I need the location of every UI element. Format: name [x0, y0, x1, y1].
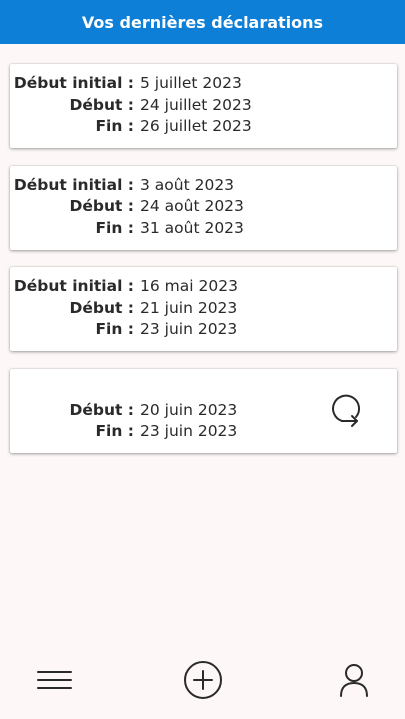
start-label: Début :	[69, 95, 134, 114]
end-label: Fin :	[95, 320, 134, 338]
end-row: Fin : 23 juin 2023	[10, 421, 237, 443]
start-label: Début :	[69, 298, 134, 317]
add-circle-icon[interactable]	[179, 656, 227, 704]
initial-start-label: Début initial :	[13, 74, 134, 92]
end-row: Fin : 23 juin 2023	[10, 319, 238, 341]
menu-icon[interactable]	[30, 656, 78, 704]
end-label: Fin :	[95, 422, 134, 440]
start-label: Début :	[69, 197, 134, 215]
initial-start-label: Début initial :	[13, 175, 134, 194]
start-row: Début : 24 juillet 2023	[10, 95, 252, 117]
end-value: 23 juin 2023	[140, 422, 238, 440]
start-value: 24 août 2023	[140, 197, 244, 215]
start-value: 20 juin 2023	[140, 400, 238, 419]
initial-start-value: 3 août 2023	[140, 175, 235, 194]
refresh-icon[interactable]	[325, 388, 369, 432]
start-value: 21 juin 2023	[140, 298, 238, 317]
initial-start-row: Début initial : 5 juillet 2023	[10, 73, 252, 95]
declaration-card[interactable]: Début initial : 3 août 2023 Début : 24 a…	[10, 165, 397, 250]
end-row: Fin : 31 août 2023	[10, 218, 244, 240]
declaration-card[interactable]: Début initial : 5 juillet 2023 Début : 2…	[10, 64, 397, 148]
declaration-card[interactable]: Début initial : 16 mai 2023 Début : 21 j…	[10, 267, 397, 351]
initial-start-value: 5 juillet 2023	[140, 74, 242, 92]
page-title: Vos dernières déclarations	[81, 12, 324, 32]
declaration-card[interactable]: Début : 20 juin 2023 Fin : 23 juin 2023	[10, 368, 397, 453]
user-icon[interactable]	[330, 656, 378, 704]
start-row: Début : 20 juin 2023	[10, 400, 237, 422]
start-row: Début : 21 juin 2023	[10, 298, 238, 320]
initial-start-row: Début initial : 3 août 2023	[10, 175, 244, 197]
end-value: 26 juillet 2023	[140, 117, 252, 135]
bottom-nav	[0, 656, 405, 704]
start-value: 24 juillet 2023	[140, 95, 252, 114]
end-row: Fin : 26 juillet 2023	[10, 116, 252, 138]
initial-start-row: Début initial : 16 mai 2023	[10, 276, 238, 298]
initial-start-value: 16 mai 2023	[140, 277, 238, 295]
end-value: 31 août 2023	[140, 218, 244, 237]
end-value: 23 juin 2023	[140, 320, 238, 338]
initial-start-label: Début initial :	[13, 277, 134, 295]
start-row: Début : 24 août 2023	[10, 196, 244, 218]
end-label: Fin :	[95, 117, 134, 135]
end-label: Fin :	[95, 218, 134, 237]
start-label: Début :	[69, 400, 134, 419]
app-header: Vos dernières déclarations	[0, 0, 405, 44]
declarations-list: Début initial : 5 juillet 2023 Début : 2…	[10, 64, 397, 470]
